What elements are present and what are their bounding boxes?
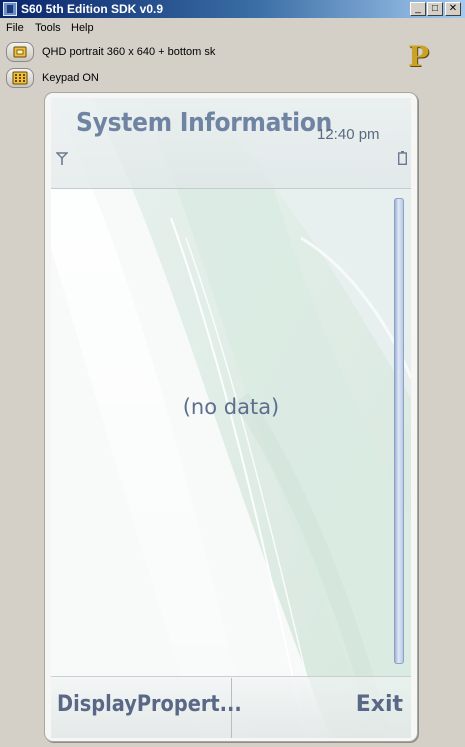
maximize-button[interactable]: □ — [427, 2, 443, 16]
resolution-row: QHD portrait 360 x 640 + bottom sk — [6, 42, 465, 64]
scrollbar-thumb[interactable] — [394, 198, 404, 664]
left-softkey[interactable]: DisplayPropert... — [57, 690, 242, 720]
p-logo: P — [408, 40, 430, 73]
app-title: System Information — [76, 108, 333, 138]
resolution-label: QHD portrait 360 x 640 + bottom sk — [42, 46, 216, 58]
empty-state-text: (no data) — [182, 395, 280, 419]
close-button[interactable]: ✕ — [445, 2, 461, 16]
keypad-button[interactable] — [6, 68, 34, 88]
screen-resolution-icon — [13, 46, 27, 58]
minimize-button[interactable]: _ — [410, 2, 426, 16]
battery-icon — [398, 151, 407, 165]
keypad-label: Keypad ON — [42, 72, 99, 84]
right-softkey-exit[interactable]: Exit — [356, 690, 403, 720]
resolution-button[interactable] — [6, 42, 34, 62]
menu-help[interactable]: Help — [71, 21, 94, 35]
s60-sdk-app-icon[interactable] — [3, 2, 17, 16]
menu-file[interactable]: File — [6, 21, 24, 35]
window-title: S60 5th Edition SDK v0.9 — [21, 2, 164, 16]
clock: 12:40 pm — [317, 126, 380, 143]
keypad-row: Keypad ON — [6, 68, 465, 90]
title-bar: S60 5th Edition SDK v0.9 _ □ ✕ — [0, 0, 465, 18]
menu-tools[interactable]: Tools — [35, 21, 61, 35]
signal-antenna-icon — [56, 152, 68, 165]
keypad-icon — [12, 71, 28, 85]
device-screen[interactable]: System Information 12:40 pm (no data) Di… — [51, 98, 411, 738]
menu-bar: File Tools Help — [0, 19, 465, 37]
